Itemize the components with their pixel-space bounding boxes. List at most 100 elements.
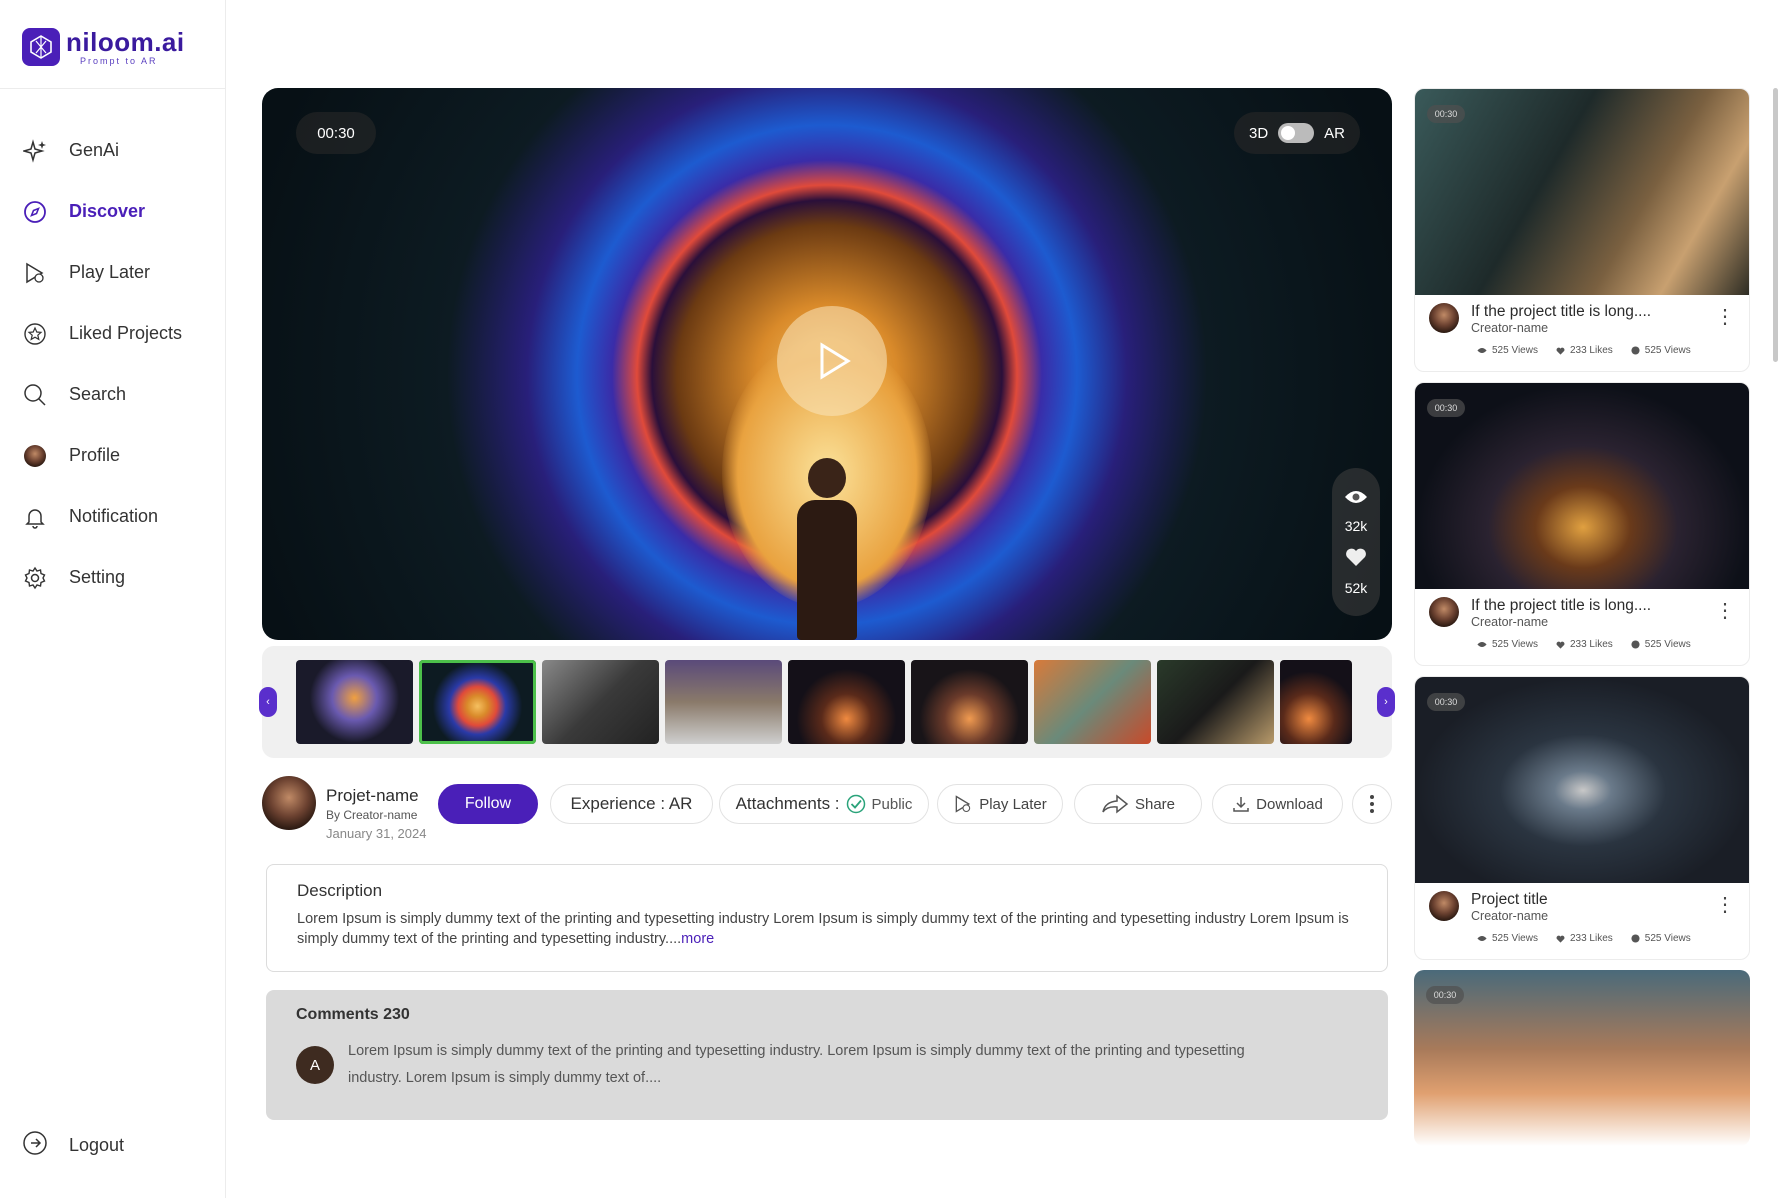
sidebar-item-label: Setting (69, 567, 126, 587)
card-likes: 233 Likes (1569, 933, 1613, 944)
thumbnail[interactable] (1157, 660, 1274, 744)
follow-button[interactable]: Follow (438, 784, 538, 824)
sidebar-item-setting[interactable]: Setting (0, 547, 226, 608)
dot-icon (1631, 346, 1640, 355)
card-thumbnail[interactable]: 00:30 (1415, 383, 1749, 589)
sidebar-item-play-later[interactable]: Play Later (0, 242, 226, 303)
comments-title: Comments 230 (296, 1006, 410, 1023)
sparkle-icon (22, 138, 48, 164)
check-circle-icon (846, 794, 865, 814)
attachments-label: Attachments : (735, 794, 840, 813)
prev-arrow[interactable]: ‹ (259, 687, 277, 717)
mode-ar-label: AR (1324, 124, 1346, 142)
card-avatar[interactable] (1429, 597, 1459, 627)
card-avatar[interactable] (1429, 303, 1459, 333)
bell-icon (22, 504, 48, 530)
description-body: Lorem Ipsum is simply dummy text of the … (297, 911, 1349, 947)
card-thumbnail[interactable]: 00:30 (1414, 970, 1750, 1146)
sidebar-item-discover[interactable]: Discover (0, 181, 226, 242)
card-title[interactable]: Project title (1471, 891, 1548, 909)
heart-icon (1556, 347, 1565, 355)
sidebar-item-search[interactable]: Search (0, 364, 226, 425)
play-button[interactable] (777, 306, 887, 416)
experience-badge[interactable]: Experience : AR (550, 784, 713, 824)
thumbnail[interactable] (296, 660, 413, 744)
description-text: Lorem Ipsum is simply dummy text of the … (297, 909, 1357, 949)
project-card[interactable]: 00:30 (1414, 970, 1750, 1146)
thumbnail[interactable] (1034, 660, 1151, 744)
description-title: Description (297, 881, 383, 900)
play-later-button[interactable]: Play Later (937, 784, 1063, 824)
card-more-icon[interactable]: ⋮ (1715, 307, 1735, 327)
more-options-button[interactable] (1352, 784, 1392, 824)
heart-icon[interactable] (1345, 547, 1367, 567)
project-card[interactable]: 00:30 If the project title is long.... C… (1414, 88, 1750, 372)
logout-button[interactable]: Logout (22, 1130, 124, 1161)
share-label: Share (1134, 795, 1176, 813)
logo-icon (22, 28, 60, 66)
card-creator[interactable]: Creator-name (1471, 615, 1548, 629)
project-creator[interactable]: By Creator-name (326, 808, 417, 822)
thumbnail-selected[interactable] (419, 660, 536, 744)
sidebar-item-liked-projects[interactable]: Liked Projects (0, 303, 226, 364)
main-content: 00:30 3D AR 32k 52k ‹ › Projet-name By C… (259, 88, 1395, 1120)
sidebar: niloom.ai Prompt to AR GenAi Discover Pl… (0, 0, 226, 1198)
next-arrow[interactable]: › (1377, 687, 1395, 717)
card-thumbnail[interactable]: 00:30 (1415, 677, 1749, 883)
compass-icon (22, 199, 48, 225)
sidebar-item-notification[interactable]: Notification (0, 486, 226, 547)
player-figure (797, 458, 857, 640)
share-button[interactable]: Share (1074, 784, 1202, 824)
sidebar-item-genai[interactable]: GenAi (0, 120, 226, 181)
sidebar-nav: GenAi Discover Play Later Liked Projects… (0, 120, 226, 608)
thumbnail[interactable] (665, 660, 782, 744)
card-more-icon[interactable]: ⋮ (1715, 895, 1735, 915)
card-likes: 233 Likes (1569, 345, 1613, 356)
video-stats: 32k 52k (1332, 468, 1380, 616)
card-stats: 525 Views 233 Likes 525 Views (1477, 933, 1691, 944)
brand-tagline: Prompt to AR (80, 55, 158, 66)
thumbnail[interactable] (542, 660, 659, 744)
card-views-2: 525 Views (1644, 345, 1691, 356)
mode-toggle[interactable]: 3D AR (1234, 112, 1360, 154)
commenter-avatar[interactable]: A (296, 1046, 334, 1084)
card-timer: 00:30 (1427, 693, 1465, 711)
visibility-label: Public (871, 795, 913, 813)
sidebar-item-label: Notification (69, 506, 159, 526)
thumbnail[interactable] (911, 660, 1028, 744)
project-name: Projet-name (326, 786, 419, 805)
video-timer: 00:30 (296, 112, 376, 154)
thumbnail[interactable] (788, 660, 905, 744)
attachments-button[interactable]: Attachments : Public (719, 784, 929, 824)
heart-icon (1556, 935, 1565, 943)
creator-avatar[interactable] (262, 776, 316, 830)
video-player[interactable]: 00:30 3D AR 32k 52k (262, 88, 1392, 640)
card-creator[interactable]: Creator-name (1471, 321, 1548, 335)
scrollbar[interactable] (1773, 88, 1778, 362)
play-later-icon (22, 260, 48, 286)
sidebar-item-label: Search (69, 384, 127, 404)
card-stats: 525 Views 233 Likes 525 Views (1477, 345, 1691, 356)
project-card[interactable]: 00:30 If the project title is long.... C… (1414, 382, 1750, 666)
mode-switch[interactable] (1278, 123, 1315, 143)
mode-3d-label: 3D (1248, 124, 1269, 142)
brand-logo[interactable]: niloom.ai Prompt to AR (22, 28, 185, 66)
project-date: January 31, 2024 (326, 826, 427, 841)
gear-icon (22, 565, 48, 591)
download-button[interactable]: Download (1212, 784, 1343, 824)
card-creator[interactable]: Creator-name (1471, 909, 1548, 923)
card-views-2: 525 Views (1644, 933, 1691, 944)
sidebar-item-profile[interactable]: Profile (0, 425, 226, 486)
eye-icon (1345, 490, 1367, 503)
card-thumbnail[interactable]: 00:30 (1415, 89, 1749, 295)
card-avatar[interactable] (1429, 891, 1459, 921)
project-card[interactable]: 00:30 Project title Creator-name ⋮ 525 V… (1414, 676, 1750, 960)
card-title[interactable]: If the project title is long.... (1471, 597, 1651, 615)
card-likes: 233 Likes (1569, 639, 1613, 650)
more-link[interactable]: more (681, 931, 714, 947)
card-title[interactable]: If the project title is long.... (1471, 303, 1651, 321)
card-more-icon[interactable]: ⋮ (1715, 601, 1735, 621)
divider (0, 88, 226, 89)
thumbnail[interactable] (1280, 660, 1352, 744)
likes-count: 52k (1344, 579, 1368, 596)
